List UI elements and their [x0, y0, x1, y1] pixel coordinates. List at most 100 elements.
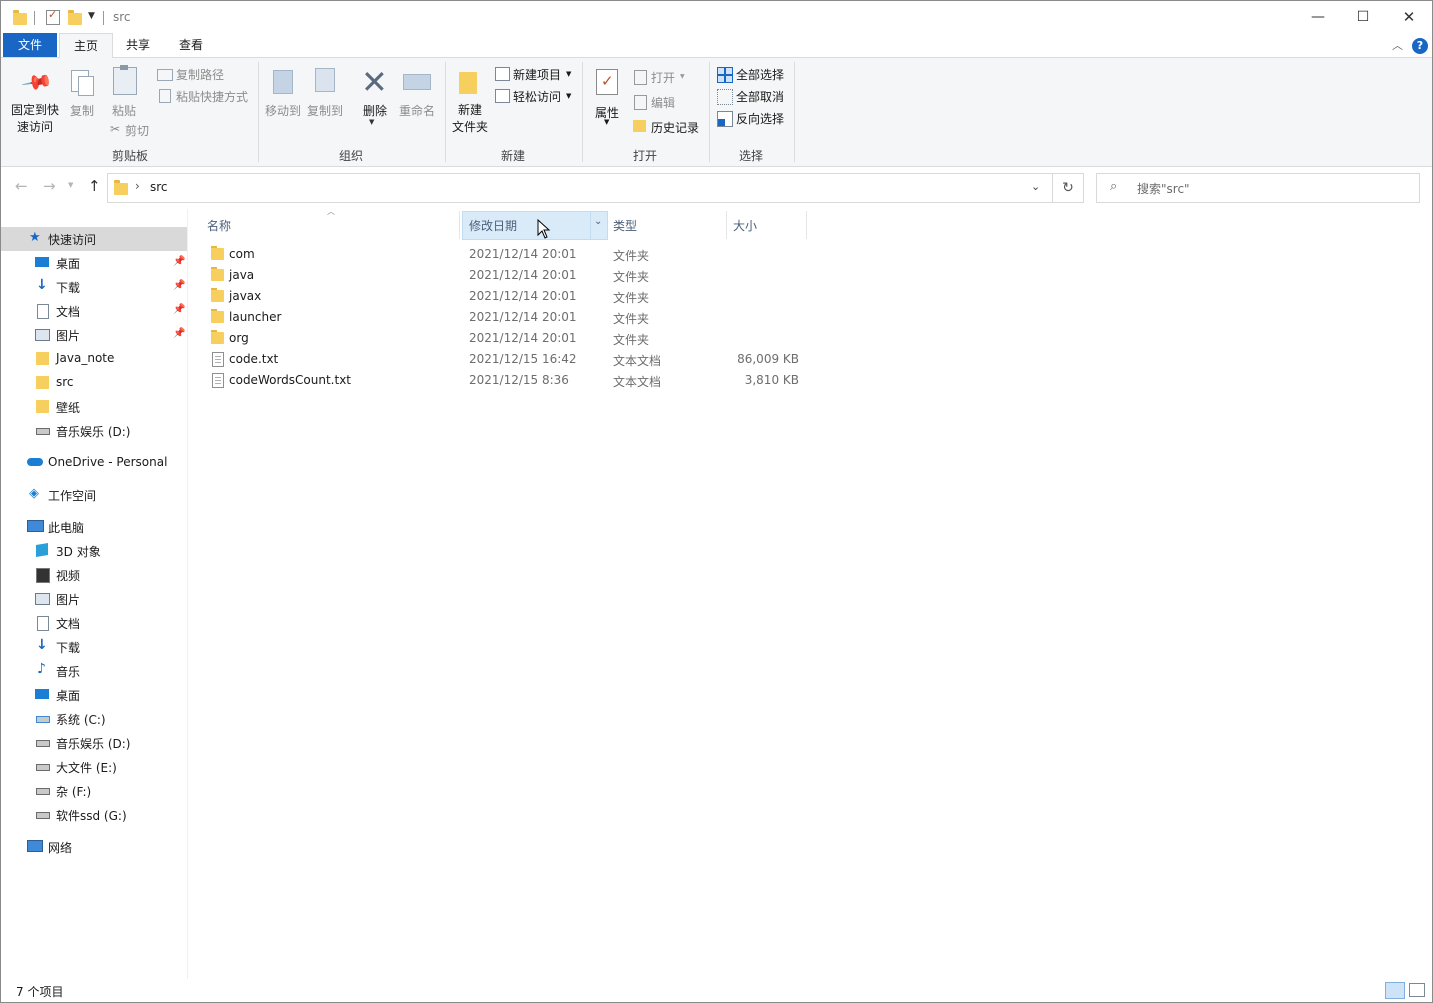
up-arrow-icon[interactable]: ↑ — [88, 177, 101, 195]
nav-pc-drive-c[interactable]: 系统 (C:) — [1, 707, 187, 731]
nav-network[interactable]: 网络 — [1, 835, 187, 859]
details-view-icon[interactable] — [1385, 982, 1405, 999]
address-dropdown-icon[interactable]: ⌄ — [1031, 180, 1040, 193]
pin-icon[interactable]: 📌 — [173, 328, 185, 340]
help-icon[interactable]: ? — [1412, 38, 1428, 54]
nav-pc-documents[interactable]: 文档 — [1, 611, 187, 635]
recent-dropdown-icon[interactable]: ▼ — [68, 181, 73, 189]
nav-quick-documents[interactable]: 文档 📌 — [1, 299, 187, 323]
file-row[interactable]: launcher 2021/12/14 20:01 文件夹 — [201, 307, 811, 328]
nav-quick-pictures[interactable]: 图片 📌 — [1, 323, 187, 347]
file-row[interactable]: org 2021/12/14 20:01 文件夹 — [201, 328, 811, 349]
open-dropdown-icon[interactable]: ▼ — [680, 73, 685, 80]
nav-quick-desktop[interactable]: 桌面 📌 — [1, 251, 187, 275]
nav-quick-access[interactable]: ★ 快速访问 — [1, 227, 187, 251]
column-divider[interactable] — [806, 211, 807, 239]
refresh-button[interactable]: ↻ — [1053, 173, 1084, 203]
column-header-name[interactable]: 名称 — [207, 217, 231, 243]
invert-selection-icon — [717, 111, 733, 127]
nav-pc-drive-g[interactable]: 软件ssd (G:) — [1, 803, 187, 827]
nav-quick-wallpaper[interactable]: 壁纸 — [1, 395, 187, 419]
search-box[interactable]: ⌕ 搜索"src" — [1096, 173, 1420, 203]
column-filter-dropdown-icon[interactable]: ⌄ — [594, 216, 602, 227]
move-to-icon — [273, 70, 293, 94]
properties-dropdown-icon[interactable]: ▼ — [604, 118, 609, 126]
back-arrow-icon[interactable]: ← — [15, 177, 28, 195]
copy-to-button[interactable]: 复制到 — [307, 102, 343, 119]
delete-button[interactable]: 删除 — [363, 102, 387, 119]
properties-qat-icon[interactable]: ✓ — [46, 8, 60, 25]
open-button[interactable]: 打开 — [651, 69, 675, 86]
maximize-button[interactable]: ☐ — [1340, 1, 1386, 33]
file-row[interactable]: javax 2021/12/14 20:01 文件夹 — [201, 286, 811, 307]
new-item-dropdown-icon[interactable]: ▼ — [566, 70, 571, 78]
column-header-size[interactable]: 大小 — [733, 217, 757, 243]
pin-icon[interactable]: 📌 — [173, 280, 185, 292]
qat-dropdown-icon[interactable]: ▼ — [88, 11, 95, 21]
tab-view[interactable]: 查看 — [167, 33, 215, 57]
nav-this-pc[interactable]: 此电脑 — [1, 515, 187, 539]
history-button[interactable]: 历史记录 — [651, 119, 699, 136]
file-row[interactable]: codeWordsCount.txt 2021/12/15 8:36 文本文档 … — [201, 370, 811, 391]
pin-icon[interactable]: 📌 — [173, 304, 185, 316]
nav-quick-downloads[interactable]: ↓ 下载 📌 — [1, 275, 187, 299]
edit-button[interactable]: 编辑 — [651, 94, 675, 111]
close-button[interactable]: ✕ — [1386, 1, 1432, 33]
divider — [103, 11, 104, 25]
nav-pc-desktop[interactable]: 桌面 — [1, 683, 187, 707]
file-row[interactable]: java 2021/12/14 20:01 文件夹 — [201, 265, 811, 286]
cut-button[interactable]: 剪切 — [125, 122, 149, 139]
nav-pc-3d-objects[interactable]: 3D 对象 — [1, 539, 187, 563]
new-folder-qat-icon[interactable] — [68, 10, 82, 25]
rename-button[interactable]: 重命名 — [399, 102, 435, 119]
nav-pc-drive-f[interactable]: 杂 (F:) — [1, 779, 187, 803]
invert-selection-button[interactable]: 反向选择 — [736, 110, 784, 127]
nav-pc-music[interactable]: ♪ 音乐 — [1, 659, 187, 683]
breadcrumb-src[interactable]: src — [150, 180, 168, 194]
column-header-type[interactable]: 类型 — [613, 217, 637, 243]
tab-home[interactable]: 主页 — [59, 33, 113, 59]
file-row[interactable]: code.txt 2021/12/15 16:42 文本文档 86,009 KB — [201, 349, 811, 370]
nav-quick-java-note[interactable]: Java_note — [1, 347, 187, 371]
delete-dropdown-icon[interactable]: ▼ — [369, 118, 374, 126]
minimize-button[interactable]: — — [1295, 1, 1341, 33]
new-folder-button[interactable]: 新建 文件夹 — [452, 102, 488, 136]
group-divider — [709, 62, 710, 162]
move-to-button[interactable]: 移动到 — [265, 102, 301, 119]
large-icons-view-icon[interactable] — [1409, 983, 1425, 997]
copy-path-button[interactable]: 复制路径 — [176, 66, 224, 83]
collapse-ribbon-icon[interactable]: ︿ — [1392, 37, 1403, 53]
forward-arrow-icon[interactable]: → — [43, 177, 56, 195]
file-date: 2021/12/14 20:01 — [469, 310, 577, 324]
pin-icon[interactable]: 📌 — [173, 256, 185, 268]
nav-workspace[interactable]: ◈ 工作空间 — [1, 483, 187, 507]
easy-access-button[interactable]: 轻松访问 — [513, 88, 561, 105]
pin-to-quick-access-button[interactable]: 固定到快 速访问 — [11, 102, 59, 136]
tab-file[interactable]: 文件 — [3, 33, 57, 57]
select-all-button[interactable]: 全部选择 — [736, 66, 784, 83]
nav-quick-drive-d[interactable]: 音乐娱乐 (D:) — [1, 419, 187, 443]
tab-share[interactable]: 共享 — [115, 33, 161, 57]
new-item-button[interactable]: 新建项目 — [513, 66, 561, 83]
nav-pc-drive-d[interactable]: 音乐娱乐 (D:) — [1, 731, 187, 755]
copy-button[interactable]: 复制 — [70, 102, 94, 119]
breadcrumb-chevron-icon[interactable]: › — [135, 179, 140, 193]
nav-pc-pictures[interactable]: 图片 — [1, 587, 187, 611]
paste-shortcut-button[interactable]: 粘贴快捷方式 — [176, 88, 248, 105]
nav-pc-videos[interactable]: 视频 — [1, 563, 187, 587]
paste-button[interactable]: 粘贴 — [112, 102, 136, 119]
column-divider[interactable] — [726, 211, 727, 239]
easy-access-dropdown-icon[interactable]: ▼ — [566, 92, 571, 100]
search-input[interactable]: 搜索"src" — [1137, 180, 1190, 197]
select-none-button[interactable]: 全部取消 — [736, 88, 784, 105]
nav-label: 下载 — [56, 641, 81, 655]
column-divider[interactable] — [459, 211, 460, 239]
file-row[interactable]: com 2021/12/14 20:01 文件夹 — [201, 244, 811, 265]
paste-shortcut-icon — [159, 89, 171, 103]
nav-quick-src[interactable]: src — [1, 371, 187, 395]
column-header-date[interactable]: 修改日期 ⌄ — [462, 211, 608, 240]
nav-onedrive[interactable]: OneDrive - Personal — [1, 451, 187, 475]
nav-pc-drive-e[interactable]: 大文件 (E:) — [1, 755, 187, 779]
nav-pc-downloads[interactable]: ↓ 下载 — [1, 635, 187, 659]
address-bar[interactable]: › src ⌄ — [107, 173, 1053, 203]
